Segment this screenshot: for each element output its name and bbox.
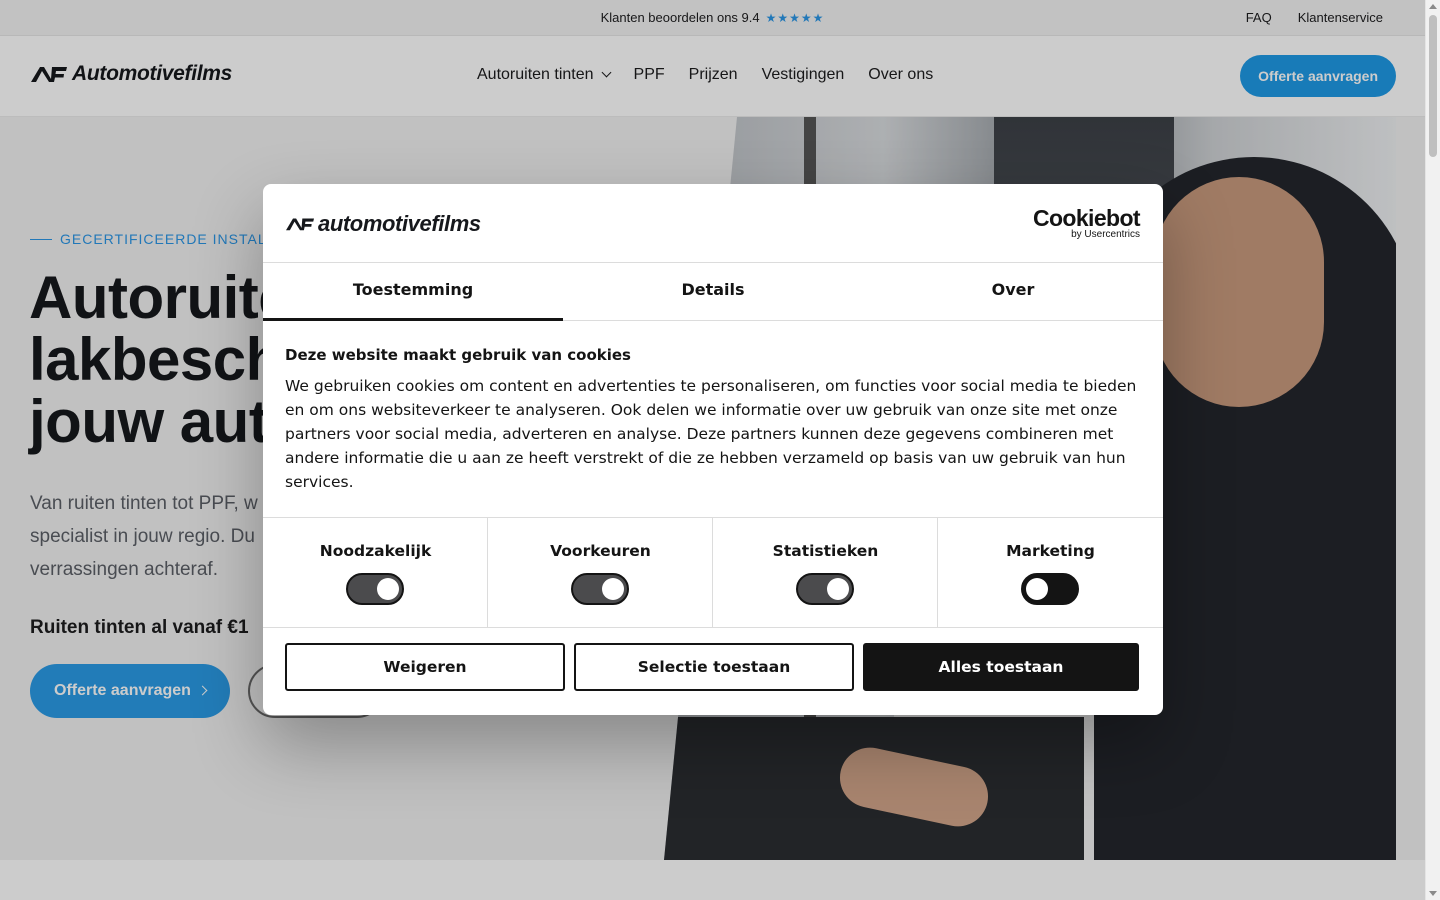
- dialog-buttons: Weigeren Selectie toestaan Alles toestaa…: [285, 643, 1141, 693]
- tab-toestemming[interactable]: Toestemming: [263, 263, 563, 321]
- dialog-logo: automotivefilms: [285, 211, 481, 237]
- consent-toggles: Noodzakelijk Voorkeuren Statistieken Mar…: [263, 517, 1163, 628]
- toggle-label: Noodzakelijk: [319, 542, 432, 560]
- dialog-description: We gebruiken cookies om content en adver…: [285, 377, 1137, 491]
- dialog-tabs: Toestemming Details Over: [263, 263, 1163, 321]
- tab-details[interactable]: Details: [563, 263, 863, 320]
- cookiebot-name: Cookiebot: [1032, 205, 1141, 231]
- voorkeuren-toggle[interactable]: [571, 573, 629, 605]
- cookiebot-logo[interactable]: Cookiebot by Usercentrics: [1032, 205, 1141, 240]
- page-scrollbar[interactable]: [1425, 0, 1440, 900]
- dialog-logo-text: automotivefilms: [318, 211, 481, 236]
- statistieken-toggle[interactable]: [796, 573, 854, 605]
- tab-over[interactable]: Over: [863, 263, 1163, 320]
- af-logo-icon: [286, 218, 314, 231]
- decline-button[interactable]: Weigeren: [285, 643, 565, 691]
- noodzakelijk-toggle[interactable]: [346, 573, 404, 605]
- scroll-up-icon[interactable]: [1429, 4, 1437, 9]
- dialog-header: automotivefilms Cookiebot by Usercentric…: [263, 184, 1163, 263]
- toggle-label: Marketing: [1006, 542, 1095, 560]
- toggle-group-statistieken: Statistieken: [713, 518, 938, 628]
- scroll-down-icon[interactable]: [1429, 891, 1437, 896]
- scrollbar-thumb[interactable]: [1429, 15, 1437, 157]
- toggle-label: Voorkeuren: [550, 542, 651, 560]
- allow-all-button[interactable]: Alles toestaan: [863, 643, 1139, 691]
- toggle-group-voorkeuren: Voorkeuren: [488, 518, 713, 628]
- toggle-group-marketing: Marketing: [938, 518, 1163, 628]
- allow-selection-button[interactable]: Selectie toestaan: [574, 643, 854, 691]
- cookie-consent-dialog: automotivefilms Cookiebot by Usercentric…: [263, 184, 1163, 715]
- marketing-toggle[interactable]: [1021, 573, 1079, 605]
- dialog-title: Deze website maakt gebruik van cookies: [285, 346, 631, 364]
- toggle-label: Statistieken: [772, 542, 879, 560]
- toggle-group-noodzakelijk: Noodzakelijk: [263, 518, 488, 628]
- cookiebot-by: by Usercentrics: [1071, 229, 1140, 240]
